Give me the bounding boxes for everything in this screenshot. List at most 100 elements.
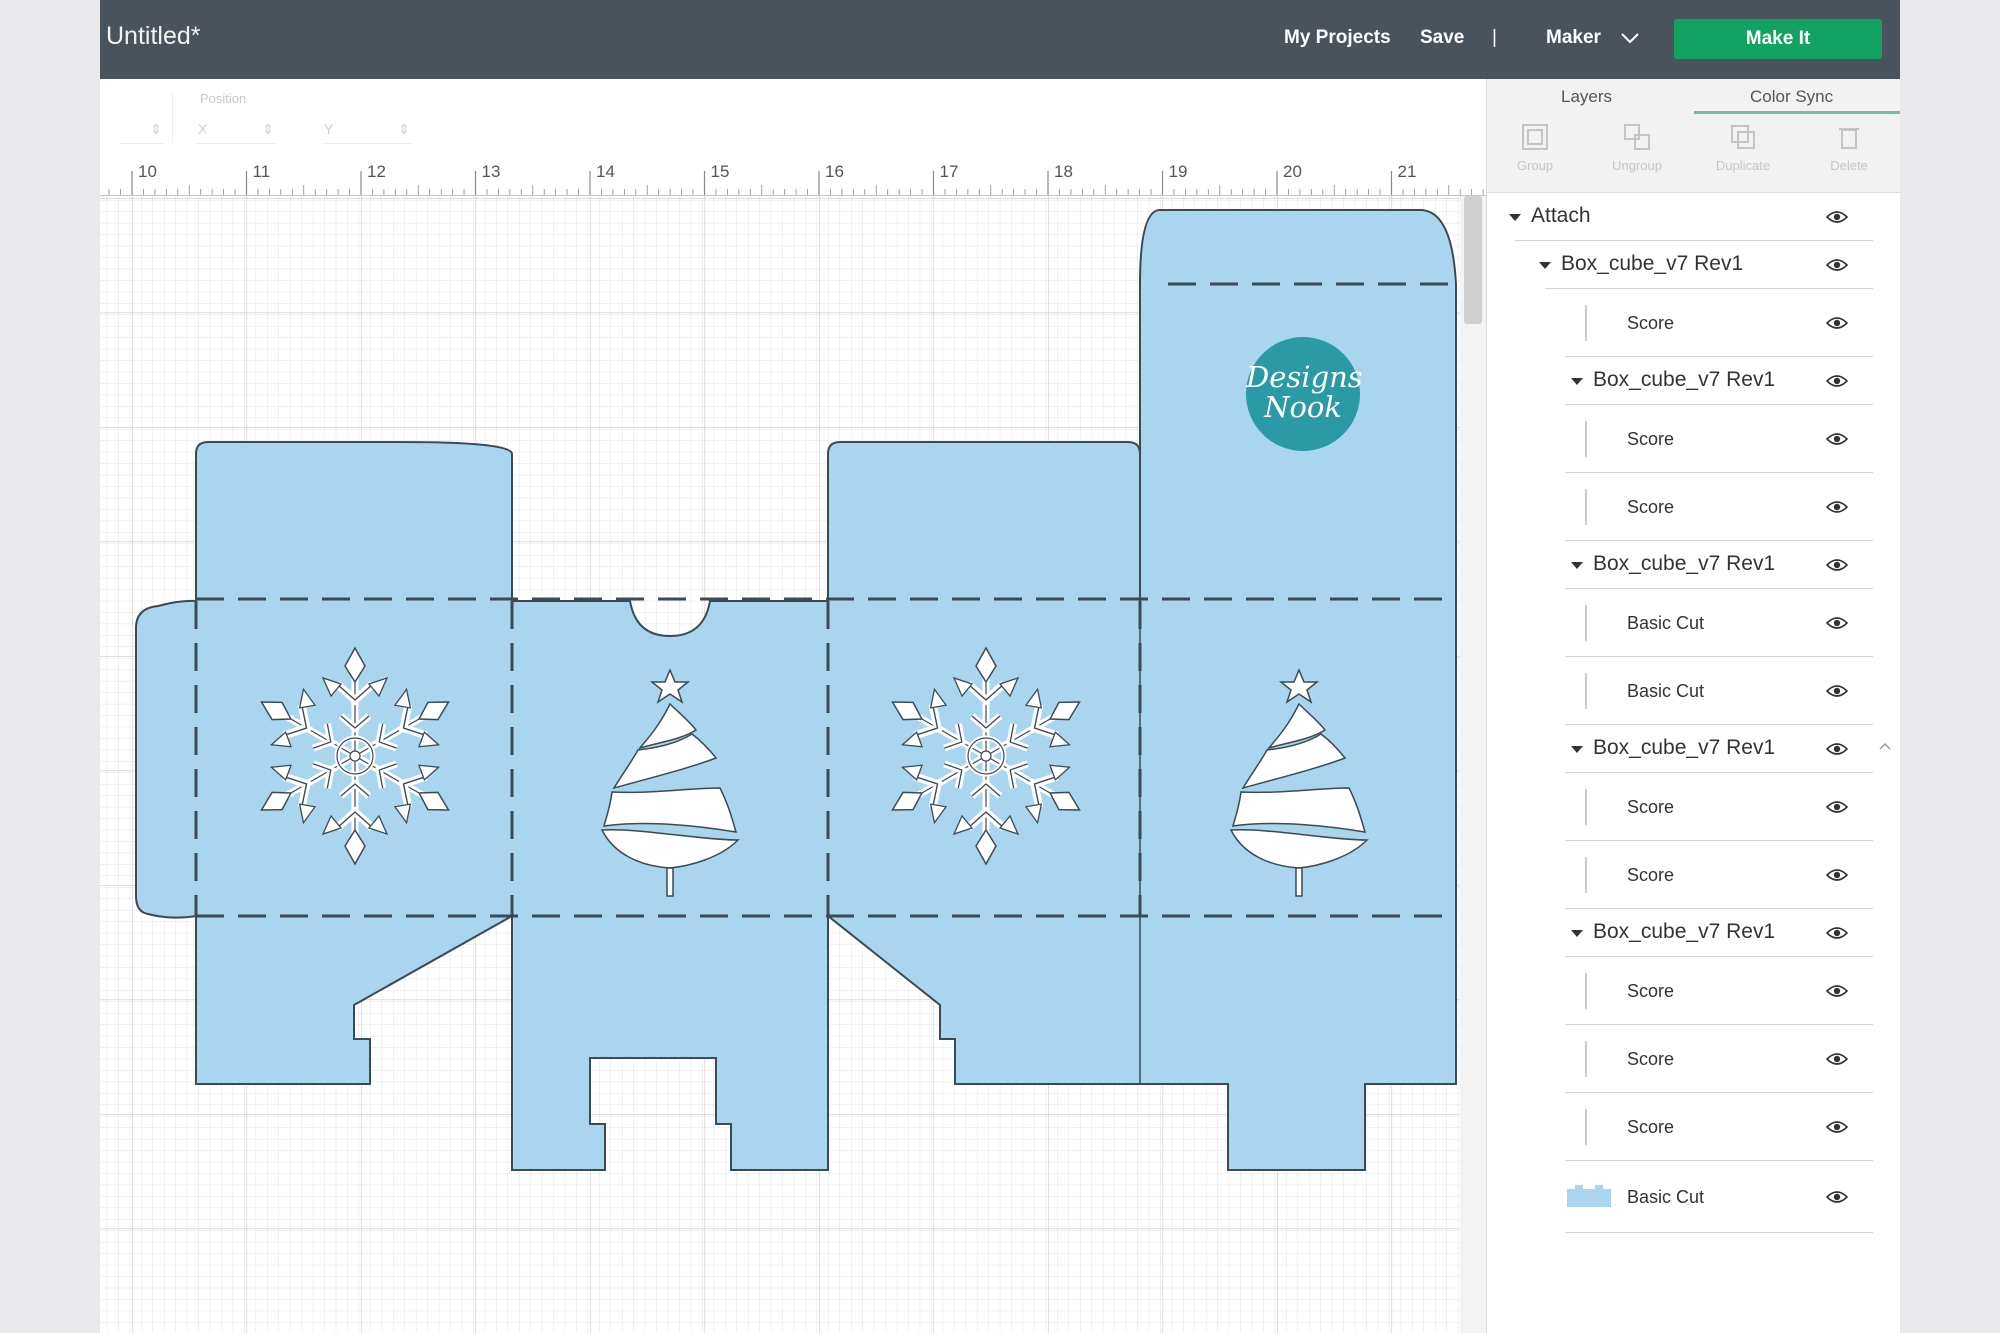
layer-group-label: Box_cube_v7 Rev1 <box>1593 368 1776 391</box>
eye-icon[interactable] <box>1825 616 1849 630</box>
x-label: X <box>198 121 208 137</box>
expand-toggle-icon[interactable] <box>1539 262 1551 269</box>
eye-icon[interactable] <box>1825 374 1849 388</box>
layer-item[interactable]: Basic Cut <box>1487 1161 1900 1233</box>
layer-item[interactable]: Basic Cut <box>1487 657 1900 725</box>
expand-toggle-icon[interactable] <box>1571 378 1583 385</box>
group-button[interactable]: Group <box>1485 114 1585 192</box>
layer-thumbnail <box>1585 673 1587 709</box>
ruler-number: 16 <box>825 162 844 181</box>
ruler-number: 17 <box>939 162 959 181</box>
eye-icon[interactable] <box>1825 742 1849 756</box>
layer-thumbnail <box>1585 789 1587 825</box>
eye-icon[interactable] <box>1825 926 1849 940</box>
eye-icon[interactable] <box>1825 432 1849 446</box>
eye-icon[interactable] <box>1825 210 1849 224</box>
duplicate-button[interactable]: Duplicate <box>1693 114 1793 192</box>
header-separator: | <box>1492 27 1497 48</box>
eye-icon[interactable] <box>1825 868 1849 882</box>
trash-icon <box>1839 128 1859 149</box>
delete-label: Delete <box>1830 158 1868 173</box>
eye-icon[interactable] <box>1825 1052 1849 1066</box>
canvas-scrollbar[interactable] <box>1460 196 1486 1333</box>
y-label: Y <box>324 121 334 137</box>
layer-item-label: Score <box>1627 429 1675 449</box>
design-canvas[interactable]: Designs Nook <box>100 196 1486 1333</box>
group-label: Group <box>1516 158 1554 173</box>
layer-group-label: Box_cube_v7 Rev1 <box>1593 736 1776 759</box>
ruler-number: 14 <box>596 162 615 181</box>
position-label: Position <box>200 91 247 106</box>
layer-item[interactable]: Score <box>1487 773 1900 841</box>
ruler-number: 20 <box>1283 162 1302 181</box>
expand-toggle-icon[interactable] <box>1509 214 1521 221</box>
delete-button[interactable]: Delete <box>1799 114 1899 192</box>
eye-icon[interactable] <box>1825 684 1849 698</box>
ruler-ticks <box>108 171 1484 195</box>
machine-selector[interactable]: Maker <box>1546 27 1601 49</box>
eye-icon[interactable] <box>1825 500 1849 514</box>
layer-item-label: Score <box>1627 1049 1675 1069</box>
layer-group[interactable]: Box_cube_v7 Rev1 <box>1487 357 1900 405</box>
toolbar-divider <box>172 91 173 143</box>
tab-color-sync[interactable]: Color Sync <box>1750 87 1833 107</box>
layer-group-label: Box_cube_v7 Rev1 <box>1561 252 1744 275</box>
my-projects-link[interactable]: My Projects <box>1284 27 1391 49</box>
ruler-number: 19 <box>1168 162 1188 181</box>
layer-item[interactable]: Score <box>1487 1025 1900 1093</box>
eye-icon[interactable] <box>1825 1190 1849 1204</box>
layer-group[interactable]: Box_cube_v7 Rev1 <box>1487 541 1900 589</box>
duplicate-label: Duplicate <box>1715 158 1771 173</box>
layer-item-label: Score <box>1627 497 1675 517</box>
layer-item[interactable]: Score <box>1487 957 1900 1025</box>
expand-toggle-icon[interactable] <box>1571 930 1583 937</box>
save-button[interactable]: Save <box>1420 27 1464 49</box>
layer-item[interactable]: Score <box>1487 289 1900 357</box>
layer-group[interactable]: Attach <box>1487 193 1900 241</box>
logo-line-1: Designs <box>1246 360 1363 394</box>
layer-item[interactable]: Score <box>1487 405 1900 473</box>
ruler-number: 15 <box>710 162 730 181</box>
make-it-button[interactable]: Make It <box>1674 19 1882 59</box>
layer-group[interactable]: Box_cube_v7 Rev1 <box>1487 725 1900 773</box>
layer-thumbnail <box>1585 421 1587 457</box>
ungroup-label: Ungroup <box>1612 158 1662 173</box>
layer-group[interactable]: Box_cube_v7 Rev1 <box>1487 909 1900 957</box>
expand-toggle-icon[interactable] <box>1571 746 1583 753</box>
layer-item-label: Score <box>1627 865 1675 885</box>
chevron-down-icon[interactable] <box>1620 30 1640 46</box>
layer-item[interactable]: Basic Cut <box>1487 589 1900 657</box>
layer-thumbnail <box>1585 857 1587 893</box>
x-position-field[interactable]: X ⇕ <box>196 117 276 144</box>
layer-item[interactable]: Score <box>1487 841 1900 909</box>
layer-tools: Group Ungroup Duplicate Delete <box>1487 114 1900 193</box>
y-position-field[interactable]: Y ⇕ <box>322 117 412 144</box>
rotate-field[interactable]: ⇕ <box>120 117 164 144</box>
layer-group-label: Attach <box>1531 204 1591 227</box>
chevron-up-icon[interactable] <box>1874 194 1896 1324</box>
eye-icon[interactable] <box>1825 258 1849 272</box>
ungroup-button[interactable]: Ungroup <box>1587 114 1687 192</box>
expand-toggle-icon[interactable] <box>1571 562 1583 569</box>
layer-thumbnail <box>1585 305 1587 341</box>
layer-thumbnail-icon <box>1567 1185 1611 1207</box>
layer-item-label: Score <box>1627 313 1675 333</box>
layer-thumbnail <box>1585 973 1587 1009</box>
layer-item-label: Score <box>1627 981 1675 1001</box>
layer-item[interactable]: Score <box>1487 1093 1900 1161</box>
eye-icon[interactable] <box>1825 316 1849 330</box>
layer-thumbnail <box>1585 605 1587 641</box>
edit-toolbar: Position ⇕ X ⇕ Y ⇕ <box>100 79 1486 157</box>
eye-icon[interactable] <box>1825 984 1849 998</box>
layer-group[interactable]: Box_cube_v7 Rev1 <box>1487 241 1900 289</box>
design-space-window: Untitled* My Projects Save | Maker Make … <box>100 0 1900 1333</box>
tab-layers[interactable]: Layers <box>1561 87 1612 107</box>
ruler-number: 11 <box>252 162 271 181</box>
eye-icon[interactable] <box>1825 1120 1849 1134</box>
eye-icon[interactable] <box>1825 558 1849 572</box>
eye-icon[interactable] <box>1825 800 1849 814</box>
document-title[interactable]: Untitled* <box>106 22 201 51</box>
layer-thumbnail <box>1585 489 1587 525</box>
canvas-scroll-thumb[interactable] <box>1464 196 1482 324</box>
layer-item[interactable]: Score <box>1487 473 1900 541</box>
